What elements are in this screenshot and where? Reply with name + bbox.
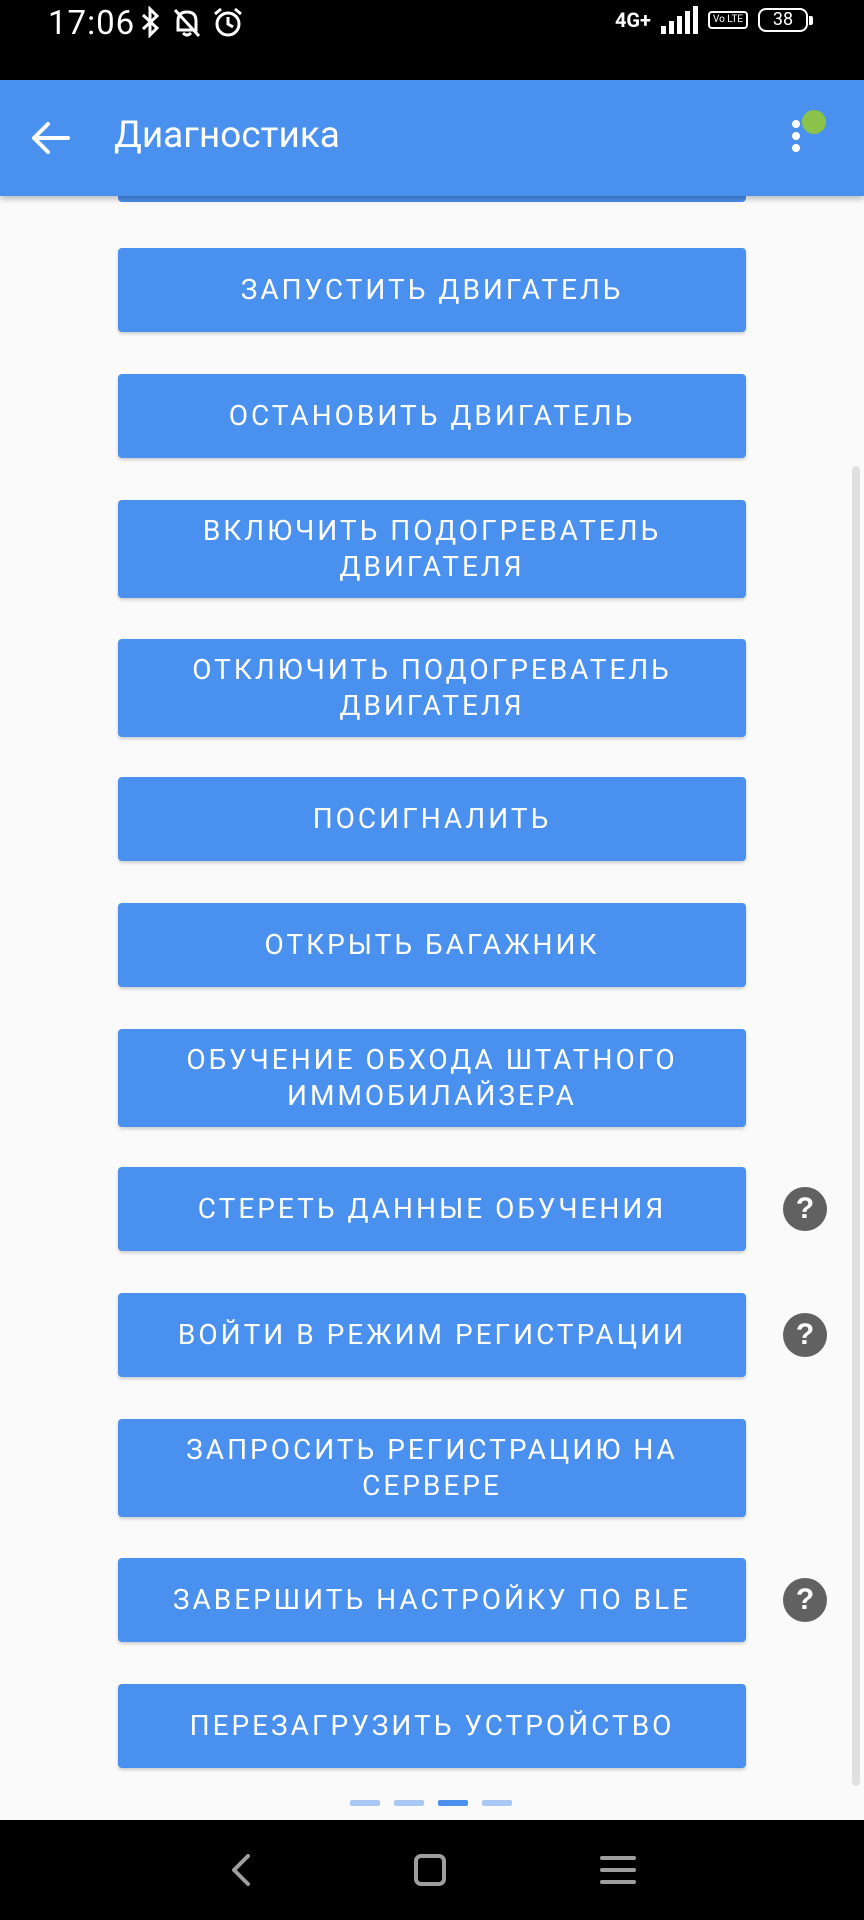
- more-vert-icon[interactable]: [780, 110, 830, 170]
- status-left-icons: [140, 6, 244, 38]
- action-button-partial[interactable]: [118, 196, 746, 202]
- system-nav-bar: [0, 1820, 864, 1920]
- nav-home-icon[interactable]: [410, 1850, 450, 1890]
- action-row: Запросить регистрацию на сервере: [118, 1419, 746, 1517]
- connection-status-dot: [802, 110, 826, 134]
- help-icon[interactable]: ?: [783, 1187, 827, 1231]
- action-button[interactable]: Обучение обхода штатного иммобилайзера: [118, 1029, 746, 1127]
- action-button[interactable]: Открыть багажник: [118, 903, 746, 987]
- nav-back-icon[interactable]: [222, 1850, 262, 1890]
- action-row: Отключить подогреватель двигателя: [118, 639, 746, 737]
- page-indicator: [350, 1800, 512, 1806]
- page-dot: [394, 1800, 424, 1806]
- page-dot-active: [438, 1800, 468, 1806]
- bluetooth-icon: [141, 6, 160, 38]
- arrow-back-icon[interactable]: [28, 116, 72, 160]
- action-row: Обучение обхода штатного иммобилайзера: [118, 1029, 746, 1127]
- action-button[interactable]: Включить подогреватель двигателя: [118, 500, 746, 598]
- diagnostics-content[interactable]: Запустить двигатель Остановить двигатель В…: [0, 196, 864, 1820]
- bell-off-icon: [173, 8, 201, 38]
- app-bar: Диагностика: [0, 80, 864, 196]
- help-icon[interactable]: ?: [783, 1578, 827, 1622]
- nav-menu-icon[interactable]: [598, 1850, 638, 1890]
- volte-badge: Vo LTE: [707, 11, 748, 29]
- alarm-icon: [214, 7, 242, 37]
- action-button[interactable]: Посигналить: [118, 777, 746, 861]
- page-title: Диагностика: [114, 114, 340, 157]
- action-button[interactable]: Завершить настройку по BLE: [118, 1558, 746, 1642]
- action-row: Остановить двигатель: [118, 374, 746, 458]
- action-row: Завершить настройку по BLE: [118, 1558, 746, 1642]
- signal-icon: [660, 6, 698, 34]
- action-row: Посигналить: [118, 777, 746, 861]
- action-row: Стереть данные обучения: [118, 1167, 746, 1251]
- action-row: Запустить двигатель: [118, 248, 746, 332]
- network-type: 4G+: [614, 8, 651, 32]
- page-dot: [482, 1800, 512, 1806]
- action-button[interactable]: Отключить подогреватель двигателя: [118, 639, 746, 737]
- status-bar: 17:06 4G+ Vo LTE 38: [0, 0, 864, 80]
- action-button[interactable]: Перезагрузить устройство: [118, 1684, 746, 1768]
- action-row: Перезагрузить устройство: [118, 1684, 746, 1768]
- action-button[interactable]: Остановить двигатель: [118, 374, 746, 458]
- page-dot: [350, 1800, 380, 1806]
- action-button[interactable]: Запросить регистрацию на сервере: [118, 1419, 746, 1517]
- action-row: Войти в режим регистрации: [118, 1293, 746, 1377]
- scrollbar[interactable]: [852, 466, 860, 1786]
- help-icon[interactable]: ?: [783, 1313, 827, 1357]
- battery-icon: 38: [758, 8, 813, 32]
- action-row: Открыть багажник: [118, 903, 746, 987]
- action-button[interactable]: Стереть данные обучения: [118, 1167, 746, 1251]
- action-row: Включить подогреватель двигателя: [118, 500, 746, 598]
- action-button[interactable]: Войти в режим регистрации: [118, 1293, 746, 1377]
- action-button[interactable]: Запустить двигатель: [118, 248, 746, 332]
- status-time: 17:06: [48, 4, 136, 43]
- status-right-icons: 4G+ Vo LTE 38: [614, 6, 813, 34]
